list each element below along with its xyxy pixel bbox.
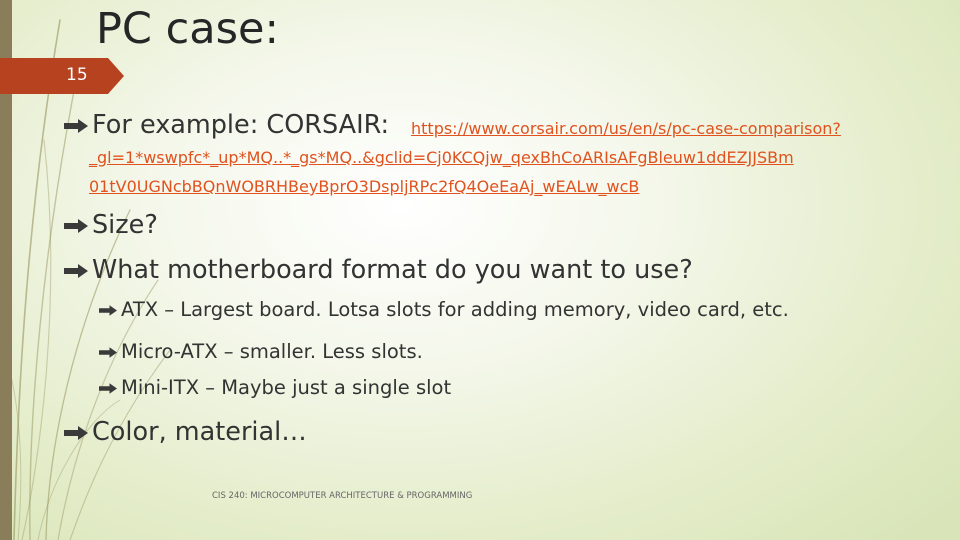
micro-atx-text: Micro-ATX – smaller. Less slots. bbox=[121, 340, 423, 363]
arrow-bullet-icon bbox=[99, 298, 117, 321]
slide: PC case: 15 For example: CORSAIR: https:… bbox=[0, 0, 960, 540]
corsair-link-line-2[interactable]: _gl=1*wswpfc*_up*MQ..*_gs*MQ..&gclid=Cj0… bbox=[89, 148, 794, 167]
arrow-bullet-icon bbox=[64, 417, 88, 447]
example-label: For example: CORSAIR: bbox=[92, 110, 390, 140]
bullet-color: Color, material… bbox=[64, 417, 307, 447]
arrow-bullet-icon bbox=[64, 255, 88, 285]
color-text: Color, material… bbox=[92, 417, 307, 447]
slide-footer: CIS 240: MICROCOMPUTER ARCHITECTURE & PR… bbox=[212, 491, 473, 501]
bullet-size: Size? bbox=[64, 210, 158, 240]
bullet-example: For example: CORSAIR: bbox=[64, 110, 389, 140]
arrow-bullet-icon bbox=[64, 210, 88, 240]
page-number: 15 bbox=[66, 65, 88, 85]
corsair-link-line-3[interactable]: 01tV0UGNcbBQnWOBRHBeyBprO3DspljRPc2fQ4Oe… bbox=[89, 177, 639, 196]
slide-title: PC case: bbox=[96, 4, 279, 54]
page-number-tab: 15 bbox=[0, 58, 124, 94]
corsair-link-line-1[interactable]: https://www.corsair.com/us/en/s/pc-case-… bbox=[411, 119, 841, 138]
motherboard-text: What motherboard format do you want to u… bbox=[92, 255, 693, 285]
arrow-bullet-icon bbox=[99, 376, 117, 399]
mini-itx-text: Mini-ITX – Maybe just a single slot bbox=[121, 376, 452, 399]
sub-bullet-mini-itx: Mini-ITX – Maybe just a single slot bbox=[99, 376, 451, 399]
atx-text: ATX – Largest board. Lotsa slots for add… bbox=[121, 298, 789, 321]
arrow-bullet-icon bbox=[99, 340, 117, 363]
arrow-bullet-icon bbox=[64, 110, 88, 140]
sub-bullet-atx: ATX – Largest board. Lotsa slots for add… bbox=[99, 298, 789, 321]
bullet-motherboard: What motherboard format do you want to u… bbox=[64, 255, 693, 285]
sub-bullet-micro-atx: Micro-ATX – smaller. Less slots. bbox=[99, 340, 423, 363]
size-text: Size? bbox=[92, 210, 158, 240]
